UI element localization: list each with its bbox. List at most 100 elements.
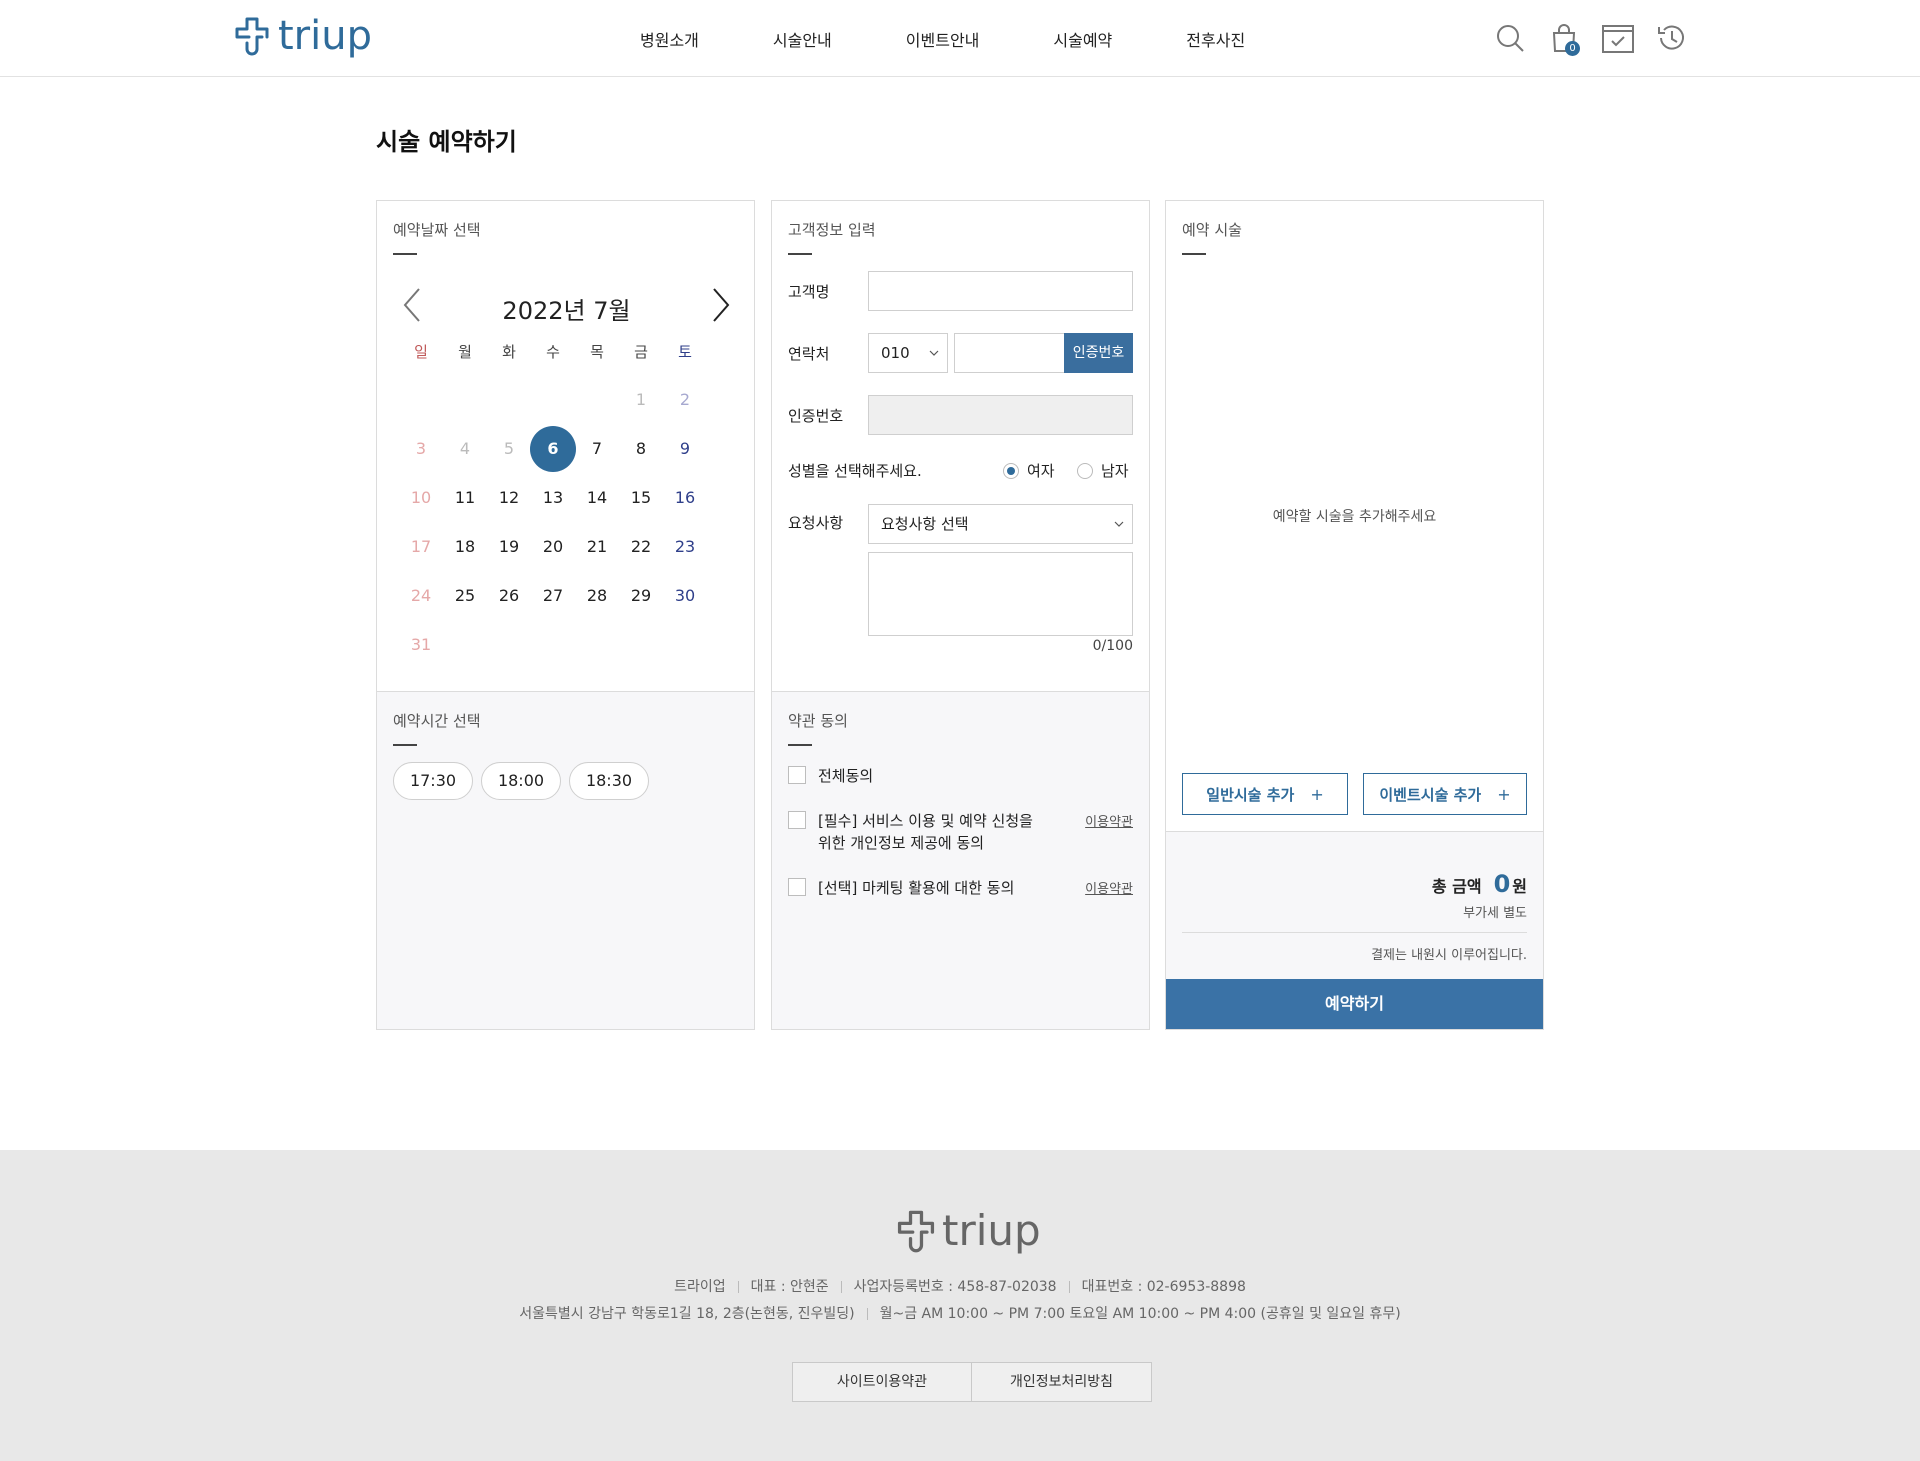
time-slot-button[interactable]: 18:30 [569,762,649,800]
footer-address-info: 서울특별시 강남구 학동로1길 18, 2층(논현동, 진우빌딩) 월~금 AM … [0,1303,1920,1323]
cart-count-badge: 0 [1565,41,1580,56]
nav-item-treatments[interactable]: 시술안내 [773,27,832,51]
agree-required-checkbox[interactable] [788,811,806,829]
price-summary: 총 금액 0 원 부가세 별도 결제는 내원시 이루어집니다. 예약하기 [1166,831,1543,1029]
nav-item-reservation[interactable]: 시술예약 [1053,27,1112,51]
agree-marketing-label: [선택] 마케팅 활용에 대한 동의 [818,879,1015,897]
calendar-check-icon[interactable] [1600,20,1636,56]
calendar-day[interactable]: 14 [574,475,620,521]
calendar-day[interactable]: 7 [574,426,620,472]
calendar-day[interactable]: 9 [662,426,708,472]
calendar-day[interactable]: 15 [618,475,664,521]
calendar-day[interactable]: 19 [486,524,532,570]
calendar-day[interactable]: 25 [442,573,488,619]
search-icon[interactable] [1492,20,1528,56]
calendar-day[interactable]: 30 [662,573,708,619]
privacy-policy-link[interactable]: 개인정보처리방침 [972,1362,1152,1402]
calendar-weekday: 토 [678,343,692,361]
calendar-day[interactable]: 8 [618,426,664,472]
calendar-day[interactable]: 27 [530,573,576,619]
section-underline [788,253,812,255]
phone-number-input[interactable] [954,333,1066,373]
customer-section-title: 고객정보 입력 [788,221,876,239]
add-event-label: 이벤트시술 추가 [1379,785,1482,804]
calendar-day[interactable]: 22 [618,524,664,570]
add-general-label: 일반시술 추가 [1206,785,1295,804]
date-section-title: 예약날짜 선택 [393,221,481,239]
calendar-day[interactable]: 28 [574,573,620,619]
calendar-next-button[interactable] [700,285,740,325]
plus-icon: + [1497,784,1511,804]
footer-phone: 대표번호 : 02-6953-8898 [1081,1279,1246,1295]
footer-company-name: 트라이업 [674,1279,726,1295]
nav-item-events[interactable]: 이벤트안내 [906,27,980,51]
phone-prefix-select[interactable]: 010 [868,333,948,373]
section-underline [1182,253,1206,255]
summary-divider [1182,932,1527,933]
agree-all-checkbox[interactable] [788,766,806,784]
footer-logo: triup [894,1208,1041,1254]
phone-label: 연락처 [788,345,830,363]
cart-icon[interactable]: 0 [1546,20,1582,56]
nav-item-before-after[interactable]: 전후사진 [1186,27,1245,51]
site-logo[interactable]: triup [232,14,372,58]
agree-required-line1: [필수] 서비스 이용 및 예약 신청을 [818,812,1033,830]
logo-text: triup [278,13,372,59]
verification-code-label: 인증번호 [788,407,844,425]
history-icon[interactable] [1654,20,1690,56]
character-counter: 0/100 [1092,638,1133,654]
payment-note: 결제는 내원시 이루어집니다. [1371,948,1527,963]
calendar-day[interactable]: 29 [618,573,664,619]
calendar-day-selected[interactable]: 6 [530,426,576,472]
time-slot-list: 17:30 18:00 18:30 [393,762,657,800]
customer-name-input[interactable] [868,271,1133,311]
calendar-day: 17 [410,537,432,556]
request-code-button[interactable]: 인증번호 [1064,333,1133,373]
site-terms-link[interactable]: 사이트이용약관 [792,1362,972,1402]
total-row: 총 금액 0 원 [1432,870,1527,898]
gender-female-radio[interactable]: 여자 [1003,460,1055,481]
calendar-day: 4 [459,439,471,458]
calendar-header: 2022년 7월 [377,283,756,327]
plus-icon: + [1310,784,1324,804]
calendar-weekday: 월 [458,343,472,361]
phone-prefix-value: 010 [881,344,910,362]
total-label: 총 금액 [1431,877,1482,896]
calendar-day[interactable]: 20 [530,524,576,570]
agree-required-row[interactable]: [필수] 서비스 이용 및 예약 신청을 위한 개인정보 제공에 동의 [788,810,1033,854]
request-textarea[interactable] [868,552,1133,636]
gender-male-label: 남자 [1101,462,1129,480]
time-slot-button[interactable]: 17:30 [393,762,473,800]
calendar-day[interactable]: 13 [530,475,576,521]
calendar-day[interactable]: 21 [574,524,620,570]
agree-required-line2: 위한 개인정보 제공에 동의 [818,834,985,852]
terms-section: 약관 동의 전체동의 [필수] 서비스 이용 및 예약 신청을 위한 개인정보 … [772,691,1149,1029]
calendar-day: 10 [410,488,432,507]
chevron-down-icon [1114,505,1124,557]
calendar-day[interactable]: 18 [442,524,488,570]
footer-biz-number: 사업자등록번호 : 458-87-02038 [853,1279,1057,1295]
request-select[interactable]: 요청사항 선택 [868,504,1133,544]
marketing-terms-link[interactable]: 이용약관 [1085,878,1133,897]
add-event-treatment-button[interactable]: 이벤트시술 추가 + [1363,773,1527,815]
reserve-button[interactable]: 예약하기 [1166,979,1543,1029]
agree-marketing-checkbox[interactable] [788,878,806,896]
required-terms-link[interactable]: 이용약관 [1085,811,1133,830]
time-slot-button[interactable]: 18:00 [481,762,561,800]
calendar-weekday: 화 [502,343,516,361]
agree-all-row[interactable]: 전체동의 [788,765,873,787]
customer-info-panel: 고객정보 입력 고객명 연락처 010 인증번호 인증번호 성별을 선택해주세요… [771,200,1150,1030]
calendar-day[interactable]: 26 [486,573,532,619]
calendar-day[interactable]: 12 [486,475,532,521]
calendar-day[interactable]: 16 [662,475,708,521]
total-amount: 0 [1493,870,1511,898]
site-footer: triup 트라이업 대표 : 안현준 사업자등록번호 : 458-87-02038… [0,1150,1920,1461]
add-general-treatment-button[interactable]: 일반시술 추가 + [1182,773,1348,815]
agree-marketing-row[interactable]: [선택] 마케팅 활용에 대한 동의 [788,877,1014,899]
radio-empty-icon [1077,462,1093,479]
calendar-day[interactable]: 11 [442,475,488,521]
verification-code-input[interactable] [868,395,1133,435]
gender-male-radio[interactable]: 남자 [1077,460,1129,481]
nav-item-about[interactable]: 병원소개 [640,27,699,51]
calendar-day[interactable]: 23 [662,524,708,570]
